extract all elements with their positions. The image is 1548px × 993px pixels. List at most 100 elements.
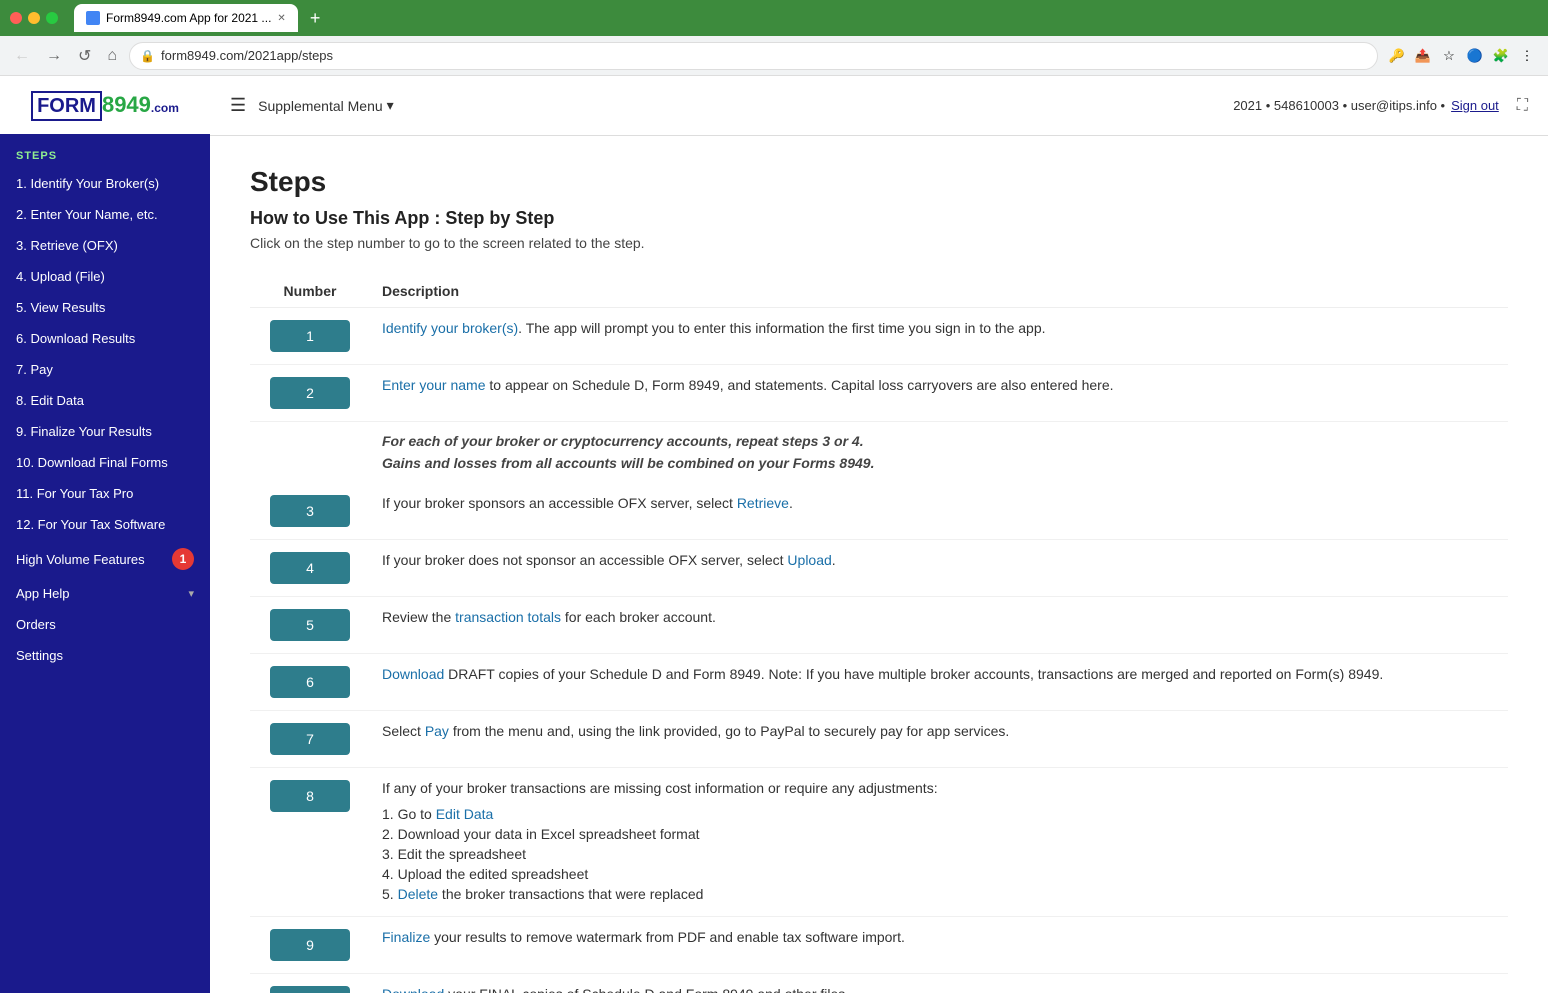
step-5-button[interactable]: 5	[270, 609, 350, 641]
list-item: Go to Edit Data	[382, 804, 1496, 824]
content-area: Steps How to Use This App : Step by Step…	[210, 136, 1548, 993]
sidebar-item-enter-name[interactable]: 2. Enter Your Name, etc.	[0, 199, 210, 230]
address-bar[interactable]: 🔒 form8949.com/2021app/steps	[129, 42, 1378, 70]
sidebar-item-label: High Volume Features	[16, 552, 145, 567]
steps-section-label: STEPS	[0, 134, 210, 168]
bookmark-icon[interactable]: ☆	[1438, 45, 1460, 67]
sidebar-item-label: 2. Enter Your Name, etc.	[16, 207, 158, 222]
edit-data-link[interactable]: Edit Data	[436, 806, 494, 822]
list-item: Edit the spreadsheet	[382, 844, 1496, 864]
main-content: ☰ Supplemental Menu ▾ 2021 • 548610003 •…	[210, 76, 1548, 993]
pay-link[interactable]: Pay	[425, 723, 449, 739]
sidebar-item-label: Settings	[16, 648, 63, 663]
sidebar-item-for-tax-software[interactable]: 12. For Your Tax Software	[0, 509, 210, 540]
tab-title: Form8949.com App for 2021 ...	[106, 11, 271, 25]
sidebar-item-for-tax-pro[interactable]: 11. For Your Tax Pro	[0, 478, 210, 509]
sidebar-item-identify-broker[interactable]: 1. Identify Your Broker(s)	[0, 168, 210, 199]
table-row: 6 Download DRAFT copies of your Schedule…	[250, 653, 1508, 710]
sidebar-item-label: 5. View Results	[16, 300, 105, 315]
sidebar-item-upload-file[interactable]: 4. Upload (File)	[0, 261, 210, 292]
page-subtitle: How to Use This App : Step by Step	[250, 208, 1508, 229]
italic-note: For each of your broker or cryptocurrenc…	[370, 422, 1508, 483]
download-final-link[interactable]: Download	[382, 986, 444, 993]
table-row: 5 Review the transaction totals for each…	[250, 596, 1508, 653]
step-1-button[interactable]: 1	[270, 320, 350, 352]
step-3-button[interactable]: 3	[270, 495, 350, 527]
close-dot[interactable]	[10, 12, 22, 24]
sidebar-item-app-help[interactable]: App Help ▾	[0, 578, 210, 609]
maximize-dot[interactable]	[46, 12, 58, 24]
minimize-dot[interactable]	[28, 12, 40, 24]
sidebar-item-settings[interactable]: Settings	[0, 640, 210, 671]
steps-table: Number Description 1 Identify your broke…	[250, 275, 1508, 993]
table-row: 7 Select Pay from the menu and, using th…	[250, 710, 1508, 767]
identify-broker-link[interactable]: Identify your broker(s)	[382, 320, 518, 336]
step-9-description: Finalize your results to remove watermar…	[370, 916, 1508, 973]
url-text: form8949.com/2021app/steps	[161, 48, 333, 63]
expand-icon[interactable]: ⛶	[1517, 97, 1528, 115]
sidebar-item-high-volume-features[interactable]: High Volume Features 1	[0, 540, 210, 578]
step-5-description: Review the transaction totals for each b…	[370, 596, 1508, 653]
browser-toolbar-icons: 🔑 📤 ☆ 🔵 🧩 ⋮	[1386, 45, 1538, 67]
new-tab-button[interactable]: +	[310, 8, 321, 29]
logo-form-text: FORM	[31, 91, 102, 121]
sidebar-item-pay[interactable]: 7. Pay	[0, 354, 210, 385]
step-2-description: Enter your name to appear on Schedule D,…	[370, 365, 1508, 422]
home-button[interactable]: ⌂	[103, 43, 121, 69]
enter-name-link[interactable]: Enter your name	[382, 377, 486, 393]
table-row: 2 Enter your name to appear on Schedule …	[250, 365, 1508, 422]
refresh-button[interactable]: ↺	[74, 42, 95, 70]
browser-toolbar: ← → ↺ ⌂ 🔒 form8949.com/2021app/steps 🔑 📤…	[0, 36, 1548, 76]
sidebar-item-orders[interactable]: Orders	[0, 609, 210, 640]
menu-icon[interactable]: ⋮	[1516, 45, 1538, 67]
sidebar-item-view-results[interactable]: 5. View Results	[0, 292, 210, 323]
extensions-button[interactable]: 🧩	[1490, 45, 1512, 67]
download-draft-link[interactable]: Download	[382, 666, 444, 682]
step-4-description: If your broker does not sponsor an acces…	[370, 539, 1508, 596]
step-3-description: If your broker sponsors an accessible OF…	[370, 483, 1508, 540]
browser-chrome: Form8949.com App for 2021 ... ✕ +	[0, 0, 1548, 36]
step-4-button[interactable]: 4	[270, 552, 350, 584]
table-row: 9 Finalize your results to remove waterm…	[250, 916, 1508, 973]
key-icon[interactable]: 🔑	[1386, 45, 1408, 67]
sidebar-item-label: 12. For Your Tax Software	[16, 517, 165, 532]
sidebar-item-edit-data[interactable]: 8. Edit Data	[0, 385, 210, 416]
forward-button[interactable]: →	[42, 43, 66, 69]
sidebar-item-label: 3. Retrieve (OFX)	[16, 238, 118, 253]
extension-icon[interactable]: 🔵	[1464, 45, 1486, 67]
logo[interactable]: FORM8949.com	[0, 76, 210, 134]
logo-8949-text: 8949	[102, 92, 151, 117]
upload-link[interactable]: Upload	[787, 552, 831, 568]
sidebar-item-retrieve-ofx[interactable]: 3. Retrieve (OFX)	[0, 230, 210, 261]
finalize-link[interactable]: Finalize	[382, 929, 430, 945]
step-8-button[interactable]: 8	[270, 780, 350, 812]
delete-link[interactable]: Delete	[398, 886, 438, 902]
back-button[interactable]: ←	[10, 43, 34, 69]
transaction-totals-link[interactable]: transaction totals	[455, 609, 561, 625]
retrieve-link[interactable]: Retrieve	[737, 495, 789, 511]
tab-close-button[interactable]: ✕	[277, 13, 285, 24]
step-6-button[interactable]: 6	[270, 666, 350, 698]
sign-out-link[interactable]: Sign out	[1451, 98, 1499, 113]
sidebar-item-label: Orders	[16, 617, 56, 632]
browser-tab[interactable]: Form8949.com App for 2021 ... ✕	[74, 4, 298, 32]
step-10-button[interactable]: 10	[270, 986, 350, 993]
sidebar-item-download-final-forms[interactable]: 10. Download Final Forms	[0, 447, 210, 478]
sidebar-item-download-results[interactable]: 6. Download Results	[0, 323, 210, 354]
step-9-button[interactable]: 9	[270, 929, 350, 961]
logo-com-text: .com	[151, 101, 179, 115]
tab-favicon	[86, 11, 100, 25]
high-volume-badge: 1	[172, 548, 194, 570]
chevron-down-icon: ▾	[387, 97, 394, 114]
step-7-button[interactable]: 7	[270, 723, 350, 755]
share-icon[interactable]: 📤	[1412, 45, 1434, 67]
hamburger-icon[interactable]: ☰	[230, 95, 246, 116]
session-info: 2021 • 548610003 • user@itips.info •	[1233, 98, 1445, 113]
sidebar-item-label: 11. For Your Tax Pro	[16, 486, 133, 501]
table-row: 8 If any of your broker transactions are…	[250, 767, 1508, 916]
sidebar-item-finalize-results[interactable]: 9. Finalize Your Results	[0, 416, 210, 447]
sidebar-item-label: 10. Download Final Forms	[16, 455, 168, 470]
step-7-description: Select Pay from the menu and, using the …	[370, 710, 1508, 767]
supplemental-menu-button[interactable]: Supplemental Menu ▾	[258, 97, 394, 114]
step-2-button[interactable]: 2	[270, 377, 350, 409]
